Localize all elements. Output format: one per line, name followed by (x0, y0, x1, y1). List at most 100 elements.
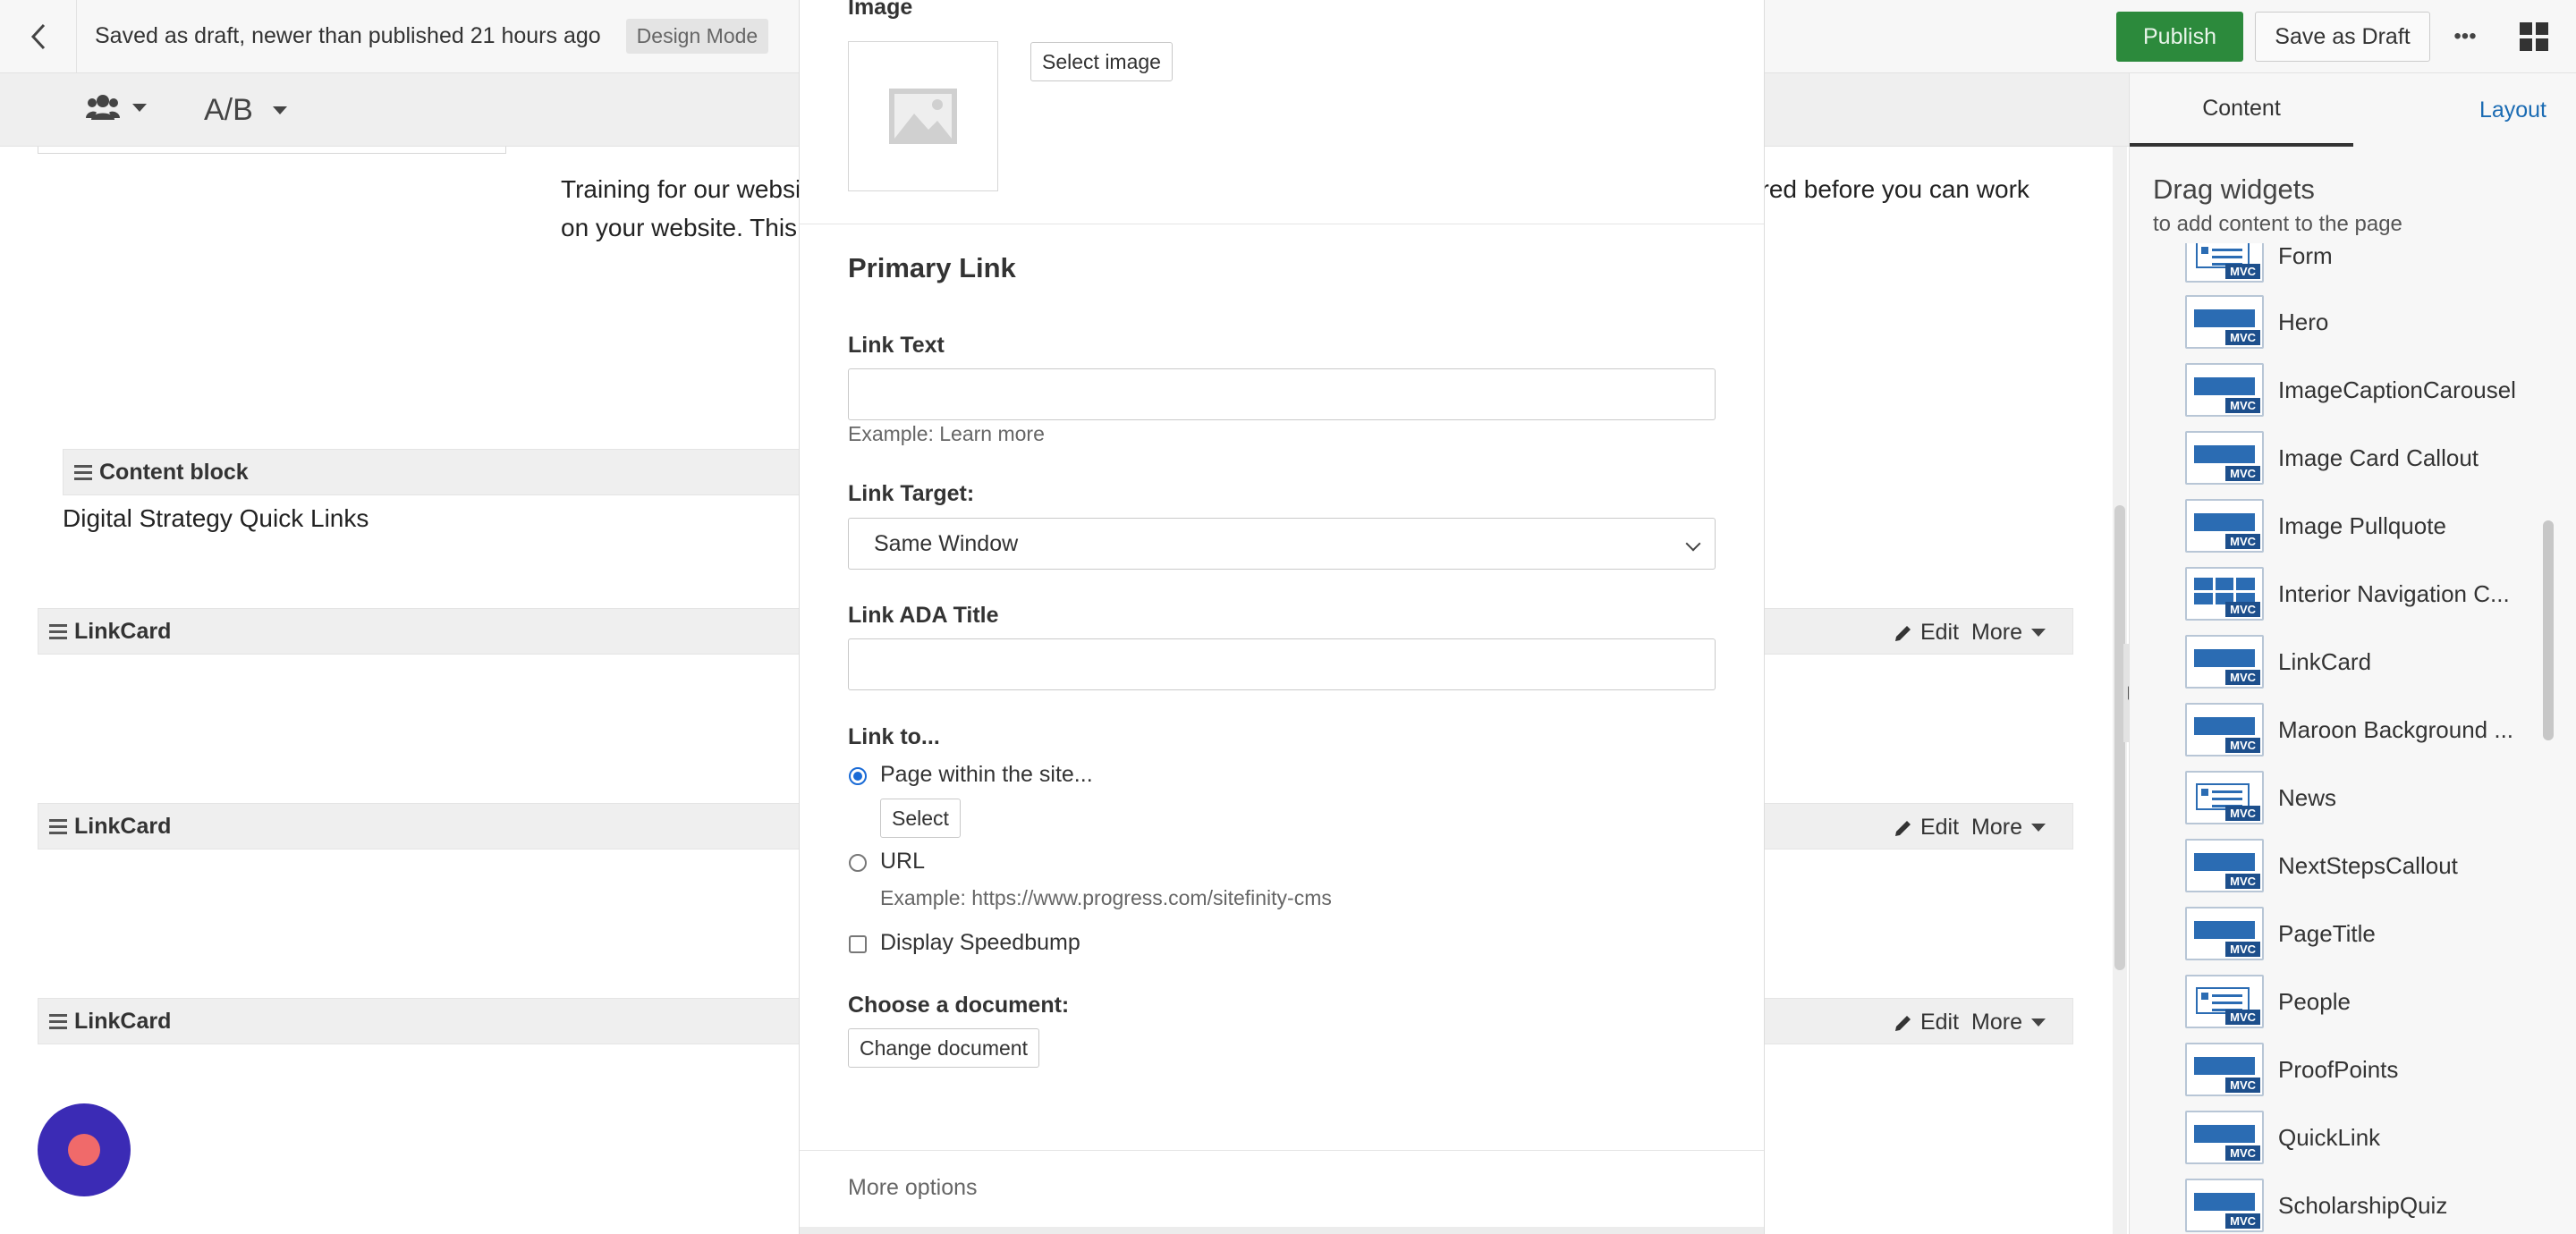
widget-label: Image Card Callout (2278, 444, 2479, 471)
widget-news[interactable]: MVC News (2185, 771, 2336, 824)
back-button[interactable] (0, 0, 77, 73)
widget-people[interactable]: MVC People (2185, 975, 2351, 1028)
layout-widget-icon: MVC (2185, 635, 2264, 689)
link-text-input[interactable] (848, 368, 1716, 420)
navigation-widget-icon: MVC (2185, 567, 2264, 621)
widget-label: People (2278, 987, 2351, 1015)
widget-proofpoints[interactable]: MVC ProofPoints (2185, 1043, 2398, 1096)
widget-imagecaptioncarousel[interactable]: MVC ImageCaptionCarousel (2185, 363, 2516, 417)
drag-handle-icon[interactable] (49, 1013, 67, 1029)
caret-down-icon (272, 106, 287, 114)
panel-scrollbar-thumb[interactable] (2543, 520, 2554, 740)
drag-handle-icon[interactable] (49, 818, 67, 834)
widget-image-pullquote[interactable]: MVC Image Pullquote (2185, 499, 2446, 553)
edit-button[interactable]: Edit (1894, 815, 1959, 841)
personalization-button[interactable] (86, 93, 147, 122)
change-document-button[interactable]: Change document (848, 1028, 1039, 1068)
link-to-label: Link to... (848, 724, 940, 749)
design-mode-badge: Design Mode (625, 19, 769, 54)
more-label: More (1971, 620, 2022, 645)
widget-scholarshipquiz[interactable]: MVC ScholarshipQuiz (2185, 1179, 2447, 1232)
widget-image-card-callout[interactable]: MVC Image Card Callout (2185, 431, 2479, 485)
widget-list: MVC Form MVC Hero MVC ImageCaptionCarous… (2130, 243, 2576, 1234)
caret-down-icon (2031, 1018, 2046, 1027)
primary-link-title: Primary Link (848, 252, 1016, 283)
draft-status-text: Saved as draft, newer than published 21 … (95, 23, 601, 48)
widget-form[interactable]: MVC Form (2185, 243, 2333, 283)
more-dropdown[interactable]: More (1971, 815, 2046, 841)
grid-icon (2520, 22, 2548, 51)
widget-label: News (2278, 783, 2337, 811)
widget-label: Hero (2278, 308, 2329, 335)
apps-grid-button[interactable] (2513, 16, 2555, 57)
widget-maroon-background[interactable]: MVC Maroon Background ... (2185, 703, 2513, 756)
caret-down-icon (2031, 824, 2046, 832)
drag-handle-icon[interactable] (74, 464, 92, 480)
url-radio[interactable] (849, 854, 867, 872)
quick-links-heading[interactable]: Digital Strategy Quick Links (63, 504, 369, 533)
list-widget-icon: MVC (2185, 975, 2264, 1028)
widget-label: NextStepsCallout (2278, 851, 2458, 879)
drag-handle-icon[interactable] (49, 623, 67, 639)
content-block-label: Content block (99, 459, 249, 485)
edit-label: Edit (1919, 620, 1960, 645)
layout-widget-icon: MVC (2185, 499, 2264, 553)
page-within-site-label[interactable]: Page within the site... (880, 762, 1093, 788)
publish-button[interactable]: Publish (2116, 12, 2243, 62)
list-widget-icon: MVC (2185, 771, 2264, 824)
more-label: More (1971, 1010, 2022, 1035)
record-button[interactable] (38, 1103, 131, 1196)
widget-label: ProofPoints (2278, 1055, 2399, 1083)
image-icon (889, 89, 957, 144)
edit-button[interactable]: Edit (1894, 1010, 1959, 1035)
tab-layout[interactable]: Layout (2362, 73, 2576, 147)
linkcard-label: LinkCard (74, 1008, 172, 1034)
linkcard-edit-dialog: Image Select image Primary Link Link Tex… (800, 0, 1764, 1234)
widget-label: Maroon Background ... (2278, 715, 2514, 743)
widgets-panel: Content Layout Drag widgets to add conte… (2129, 73, 2576, 1234)
widget-quicklink[interactable]: MVC QuickLink (2185, 1111, 2380, 1164)
select-image-button[interactable]: Select image (1030, 42, 1173, 81)
drag-widgets-title: Drag widgets (2153, 173, 2315, 205)
layout-widget-icon: MVC (2185, 907, 2264, 960)
dialog-footer-edge (800, 1227, 1764, 1234)
drag-widgets-subtitle: to add content to the page (2153, 212, 2402, 236)
display-speedbump-label[interactable]: Display Speedbump (880, 930, 1080, 956)
widget-interior-navigation[interactable]: MVC Interior Navigation C... (2185, 567, 2510, 621)
layout-widget-icon: MVC (2185, 839, 2264, 892)
tab-content[interactable]: Content (2130, 73, 2353, 147)
edit-label: Edit (1919, 1010, 1960, 1035)
save-as-draft-button[interactable]: Save as Draft (2255, 12, 2430, 62)
link-text-hint: Example: Learn more (848, 422, 1045, 445)
widget-nextstepscallout[interactable]: MVC NextStepsCallout (2185, 839, 2458, 892)
layout-widget-icon: MVC (2185, 1043, 2264, 1096)
linkcard-actions: Edit More (1894, 620, 2046, 646)
more-dropdown[interactable]: More (1971, 620, 2046, 646)
choose-document-label: Choose a document: (848, 993, 1070, 1018)
widget-hero[interactable]: MVC Hero (2185, 295, 2328, 349)
more-options-link[interactable]: More options (848, 1175, 978, 1201)
link-text-label: Link Text (848, 333, 945, 358)
link-ada-title-input[interactable] (848, 638, 1716, 690)
display-speedbump-checkbox[interactable] (849, 935, 867, 953)
link-ada-title-label: Link ADA Title (848, 603, 999, 628)
linkcard-label: LinkCard (74, 813, 172, 839)
edit-label: Edit (1919, 815, 1960, 840)
more-dropdown[interactable]: More (1971, 1010, 2046, 1035)
link-target-select[interactable]: Same Window (848, 518, 1716, 570)
widget-frame-edge (38, 147, 506, 154)
widget-pagetitle[interactable]: MVC PageTitle (2185, 907, 2376, 960)
image-placeholder (848, 41, 998, 191)
select-page-button[interactable]: Select (880, 799, 961, 838)
caret-down-icon (132, 103, 147, 112)
widget-linkcard[interactable]: MVC LinkCard (2185, 635, 2371, 689)
url-hint: Example: https://www.progress.com/sitefi… (880, 886, 1332, 909)
pencil-icon (1894, 625, 1911, 641)
widget-label: Image Pullquote (2278, 511, 2446, 539)
linkcard-label: LinkCard (74, 618, 172, 644)
edit-button[interactable]: Edit (1894, 620, 1959, 646)
page-within-site-radio[interactable] (849, 767, 867, 785)
ab-test-button[interactable]: A/B (204, 93, 287, 128)
url-label[interactable]: URL (880, 849, 925, 875)
more-actions-button[interactable]: ••• (2442, 12, 2488, 62)
